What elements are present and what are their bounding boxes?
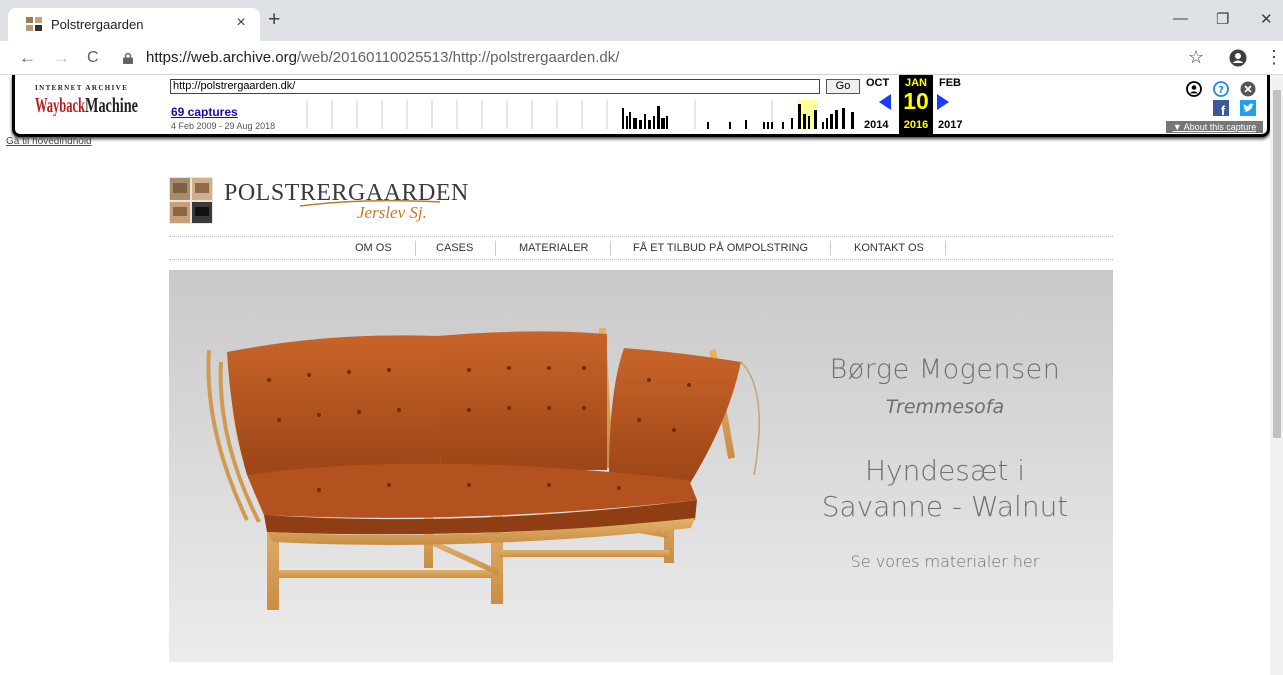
prev-month[interactable]: OCT — [866, 77, 889, 89]
menu-separator — [610, 241, 611, 256]
hero-materials-link[interactable]: Se vores materialer her — [785, 552, 1105, 571]
current-capture-date: JAN 10 2016 — [899, 75, 933, 134]
url-path: /web/20160110025513/http://polstrergaard… — [296, 49, 620, 66]
main-menu: OM OS CASES MATERIALER FÅ ET TILBUD PÅ O… — [169, 241, 1113, 257]
skip-to-content-link[interactable]: Gå til hovedindhold — [6, 136, 92, 147]
restore-button[interactable]: ❐ — [1216, 10, 1229, 28]
window-close-button[interactable]: ✕ — [1260, 10, 1273, 28]
close-icon[interactable] — [1240, 81, 1256, 97]
wayback-url-input[interactable]: http://polstrergaarden.dk/ — [170, 79, 820, 94]
next-year[interactable]: 2017 — [938, 119, 962, 131]
star-icon[interactable]: ☆ — [1188, 47, 1204, 68]
svg-text:Wayback: Wayback — [35, 94, 85, 116]
prev-year[interactable]: 2014 — [864, 119, 888, 131]
menu-item-cases[interactable]: CASES — [436, 242, 473, 254]
hero-line-2: Savanne - Walnut — [821, 490, 1069, 523]
wayback-toolbar: INTERNET ARCHIVE Wayback Machine http://… — [12, 75, 1270, 137]
reload-button[interactable]: C — [87, 49, 99, 67]
next-capture-arrow-icon[interactable] — [937, 94, 949, 110]
wayback-logo-top: INTERNET ARCHIVE — [35, 84, 129, 92]
svg-text:Machine: Machine — [85, 94, 138, 116]
menu-divider-top — [169, 236, 1113, 237]
hero-model: Tremmesofa — [885, 396, 1005, 418]
site-logo-image[interactable] — [169, 177, 213, 224]
user-icon[interactable] — [1186, 81, 1202, 97]
about-capture-link[interactable]: ▼ About this capture — [1166, 121, 1263, 133]
profile-icon[interactable] — [1229, 49, 1247, 67]
menu-item-materialer[interactable]: MATERIALER — [519, 242, 588, 254]
forward-button[interactable]: → — [53, 48, 70, 68]
menu-item-om-os[interactable]: OM OS — [355, 242, 392, 254]
menu-separator — [830, 241, 831, 256]
twitter-icon[interactable] — [1240, 100, 1256, 116]
menu-divider-bottom — [169, 259, 1113, 260]
hero-designer: Børge Mogensen — [829, 354, 1061, 385]
back-button[interactable]: ← — [19, 48, 36, 68]
help-icon[interactable]: ? — [1213, 81, 1229, 97]
lock-icon — [123, 53, 133, 64]
minimize-button[interactable]: — — [1173, 10, 1188, 27]
browser-toolbar: ← → C https://web.archive.org/web/201601… — [0, 41, 1283, 75]
menu-item-tilbud[interactable]: FÅ ET TILBUD PÅ OMPOLSTRING — [633, 242, 808, 254]
svg-text:f: f — [1221, 103, 1226, 116]
wayback-go-button[interactable]: Go — [826, 79, 860, 94]
browser-tab[interactable]: Polstrergaarden × — [8, 8, 260, 41]
capture-sparkline[interactable] — [277, 100, 857, 129]
menu-separator — [495, 241, 496, 256]
tab-title: Polstrergaarden — [51, 17, 144, 32]
menu-kebab-icon[interactable]: ⋮ — [1265, 47, 1283, 68]
cur-day: 10 — [903, 88, 929, 114]
new-tab-button[interactable]: + — [268, 9, 280, 30]
tab-close-icon[interactable]: × — [232, 14, 250, 32]
wayback-logo[interactable]: Wayback Machine — [35, 94, 139, 116]
favicon-icon — [26, 17, 42, 31]
capture-range: 4 Feb 2009 - 29 Aug 2018 — [171, 121, 276, 131]
facebook-icon[interactable]: f — [1213, 100, 1229, 116]
scrollbar-thumb[interactable] — [1273, 90, 1281, 438]
url-host: https://web.archive.org — [146, 49, 297, 66]
tab-strip: Polstrergaarden × + — ❐ ✕ — [0, 0, 1283, 41]
hero-line-1: Hyndesæt i — [864, 454, 1026, 487]
hero-slide[interactable]: Børge Mogensen Tremmesofa Hyndesæt i Sav… — [169, 270, 1113, 662]
address-bar[interactable]: https://web.archive.org/web/201601100255… — [146, 49, 619, 66]
svg-text:?: ? — [1218, 85, 1224, 96]
brand-subtitle: Jerslev Sj. — [357, 203, 427, 222]
menu-item-kontakt[interactable]: KONTAKT OS — [854, 242, 924, 254]
prev-capture-arrow-icon[interactable] — [879, 94, 891, 110]
menu-separator — [945, 241, 946, 256]
menu-separator — [415, 241, 416, 256]
captures-link[interactable]: 69 captures — [171, 105, 238, 119]
next-month[interactable]: FEB — [939, 77, 961, 89]
cur-year: 2016 — [903, 119, 929, 131]
